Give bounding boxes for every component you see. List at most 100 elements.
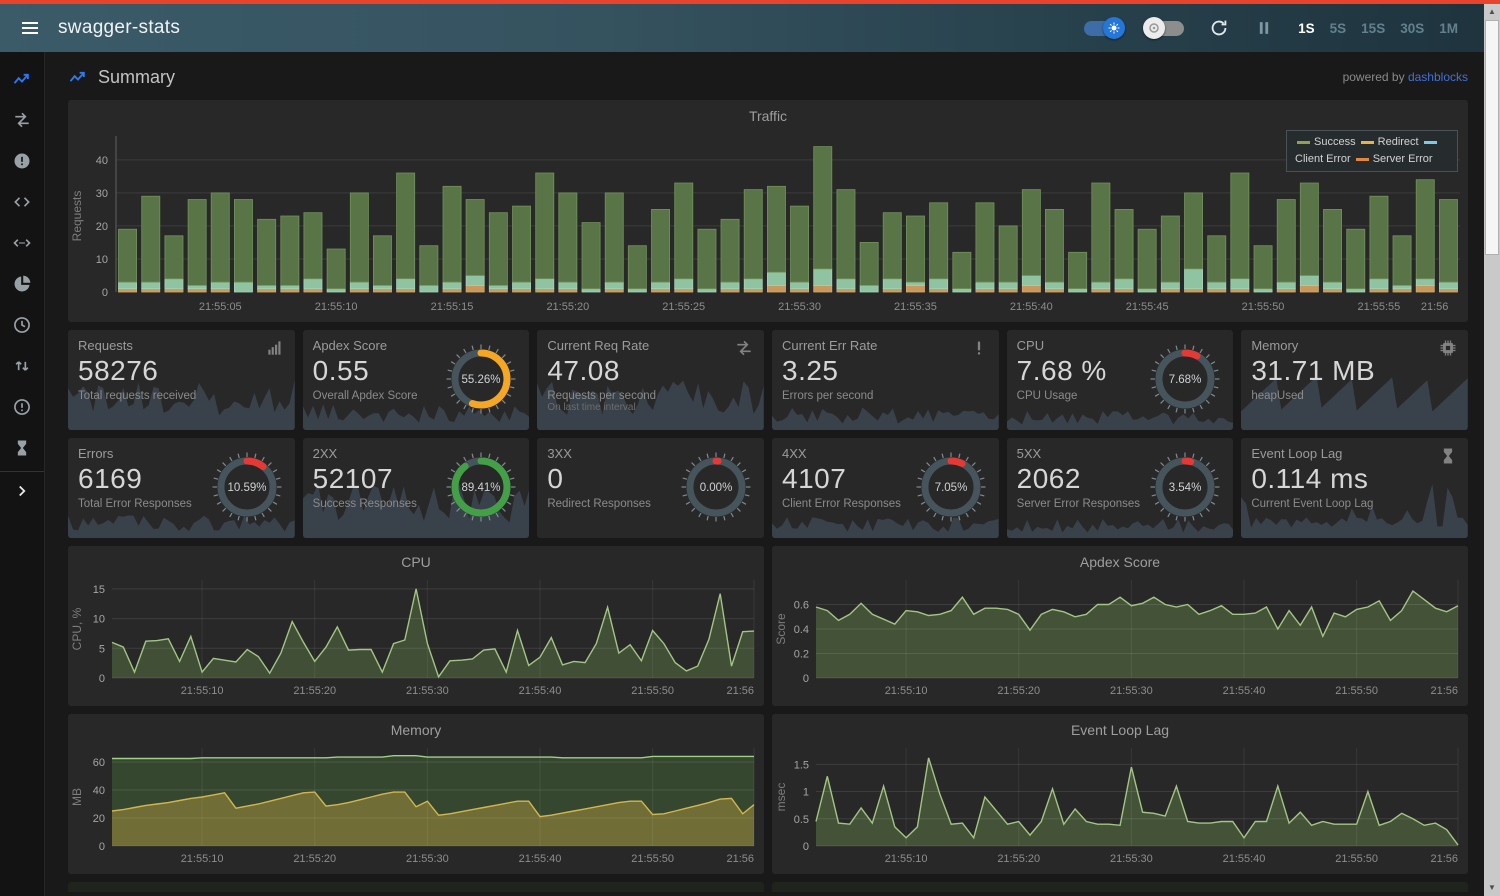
svg-text:21:55:20: 21:55:20 [293,685,336,697]
svg-text:21:55:20: 21:55:20 [293,853,336,865]
stat-card-4xx: 4XX4107Client Error Responses7.05% [772,438,999,538]
toggle-knob-icon [1148,22,1160,34]
scrollbar-thumb[interactable] [1485,20,1499,255]
hourglass-icon [12,438,32,458]
svg-text:21:55:10: 21:55:10 [885,685,928,697]
svg-text:MB: MB [70,788,84,806]
charts-grid: CPU 21:55:1021:55:2021:55:3021:55:4021:5… [68,546,1468,874]
gauge: 10.59% [203,443,291,531]
main-content: Summary powered by dashblocks Traffic Su… [45,52,1484,896]
vertical-scrollbar[interactable]: ▲ ▼ [1484,4,1500,896]
svg-text:40: 40 [93,785,105,797]
card-subtitle: Requests per second [547,390,754,402]
gauge: 7.68% [1141,335,1229,423]
svg-text:CPU, %: CPU, % [70,607,84,650]
sidebar-item-api[interactable] [0,222,44,263]
stat-card-2xx: 2XX52107Success Responses89.41% [303,438,530,538]
card-subtitle: Total requests received [78,390,285,402]
card-value: 0.114 ms [1251,463,1458,495]
import-export-icon [12,356,32,376]
legend-label: Server Error [1373,153,1433,165]
stat-card-errors: Errors6169Total Error Responses10.59% [68,438,295,538]
gauge-value: 0.00% [700,482,733,494]
gauge: 55.26% [437,335,525,423]
svg-text:0.5: 0.5 [794,814,809,826]
partial-panel [68,882,764,892]
svg-text:0: 0 [99,673,105,685]
card-value: 31.71 MB [1251,355,1458,387]
gauge-value: 7.68% [1169,374,1202,386]
stat-card-5xx: 5XX2062Server Error Responses3.54% [1007,438,1234,538]
interval-1m[interactable]: 1M [1439,21,1458,36]
traffic-legend: Success Redirect Client Error Server Err… [1286,130,1458,172]
svg-text:0.6: 0.6 [794,600,809,612]
gauge-value: 55.26% [462,374,501,386]
card-subtitle: Current Event Loop Lag [1251,498,1458,510]
cpu-panel: CPU 21:55:1021:55:2021:55:3021:55:4021:5… [68,546,764,706]
sidebar-item-error-filled[interactable] [0,140,44,181]
clock-icon [12,315,32,335]
memory-panel: Memory 21:55:1021:55:2021:55:3021:55:402… [68,714,764,874]
interval-5s[interactable]: 5S [1330,21,1347,36]
svg-text:21:55:50: 21:55:50 [631,685,674,697]
menu-icon[interactable] [18,16,42,40]
pause-icon[interactable] [1254,18,1274,38]
svg-text:21:55:15: 21:55:15 [431,301,474,313]
svg-text:21:55:20: 21:55:20 [997,685,1040,697]
theme-toggle-knob [1103,17,1125,39]
gauge-cpu: 7.68% [1141,335,1229,428]
sidebar-item-error-outline[interactable] [0,386,44,427]
traffic-panel: Traffic Success Redirect Client Error Se… [68,100,1468,322]
theme-toggle[interactable] [1084,21,1122,36]
svg-text:10: 10 [93,614,105,626]
gauge-3xx: 0.00% [672,443,760,536]
stat-cards-row-2: Errors6169Total Error Responses10.59%2XX… [68,438,1468,538]
topbar: swagger-stats 1S 5S 15S 30S 1M [0,4,1500,52]
svg-text:21:55:35: 21:55:35 [894,301,937,313]
sidebar-item-code[interactable] [0,181,44,222]
card-title: Current Req Rate [547,338,754,353]
legend-swatch [1361,141,1374,144]
refresh-icon[interactable] [1208,17,1230,39]
code-icon [12,192,32,212]
sidebar-item-hourglass[interactable] [0,427,44,468]
interval-30s[interactable]: 30S [1400,21,1424,36]
error-filled-icon [12,151,32,171]
secondary-toggle[interactable] [1146,21,1184,36]
interval-1s[interactable]: 1S [1298,21,1315,36]
gauge-value: 3.54% [1169,482,1202,494]
gauge: 7.05% [907,443,995,531]
scroll-down-button[interactable]: ▼ [1484,880,1500,896]
sparkline [772,404,999,430]
error-outline-icon [12,397,32,417]
sidebar-collapse-button[interactable] [0,472,44,510]
stat-card-event-loop-lag: Event Loop Lag0.114 msCurrent Event Loop… [1241,438,1468,538]
svg-text:21:55:55: 21:55:55 [1357,301,1400,313]
sidebar-item-swap-horizontal[interactable] [0,99,44,140]
card-value: 47.08 [547,355,754,387]
svg-text:21:56: 21:56 [1430,853,1458,865]
interval-15s[interactable]: 15S [1361,21,1385,36]
chevron-right-icon [13,482,31,500]
gauge: 89.41% [437,443,525,531]
event-loop-lag-chart: 21:55:1021:55:2021:55:3021:55:4021:55:50… [772,740,1468,868]
svg-text:Requests: Requests [70,191,84,242]
app-title: swagger-stats [58,17,180,39]
sidebar-item-trending-up[interactable] [0,58,44,99]
card-note: On last time interval [547,402,754,413]
memory-chart-title: Memory [68,714,764,740]
sidebar-item-pie-chart[interactable] [0,263,44,304]
apdex-panel: Apdex Score 21:55:1021:55:2021:55:3021:5… [772,546,1468,706]
dashblocks-link[interactable]: dashblocks [1408,70,1468,84]
scroll-up-button[interactable]: ▲ [1484,4,1500,20]
sidebar-item-clock[interactable] [0,304,44,345]
stat-card-apdex-score: Apdex Score0.55Overall Apdex Score55.26% [303,330,530,430]
svg-text:60: 60 [93,757,105,769]
svg-text:21:55:10: 21:55:10 [315,301,358,313]
secondary-toggle-knob [1143,17,1165,39]
pie-chart-icon [12,274,32,294]
gauge-4xx: 7.05% [907,443,995,536]
sidebar-item-import-export[interactable] [0,345,44,386]
svg-text:21:56: 21:56 [726,685,754,697]
svg-text:20: 20 [96,221,108,233]
